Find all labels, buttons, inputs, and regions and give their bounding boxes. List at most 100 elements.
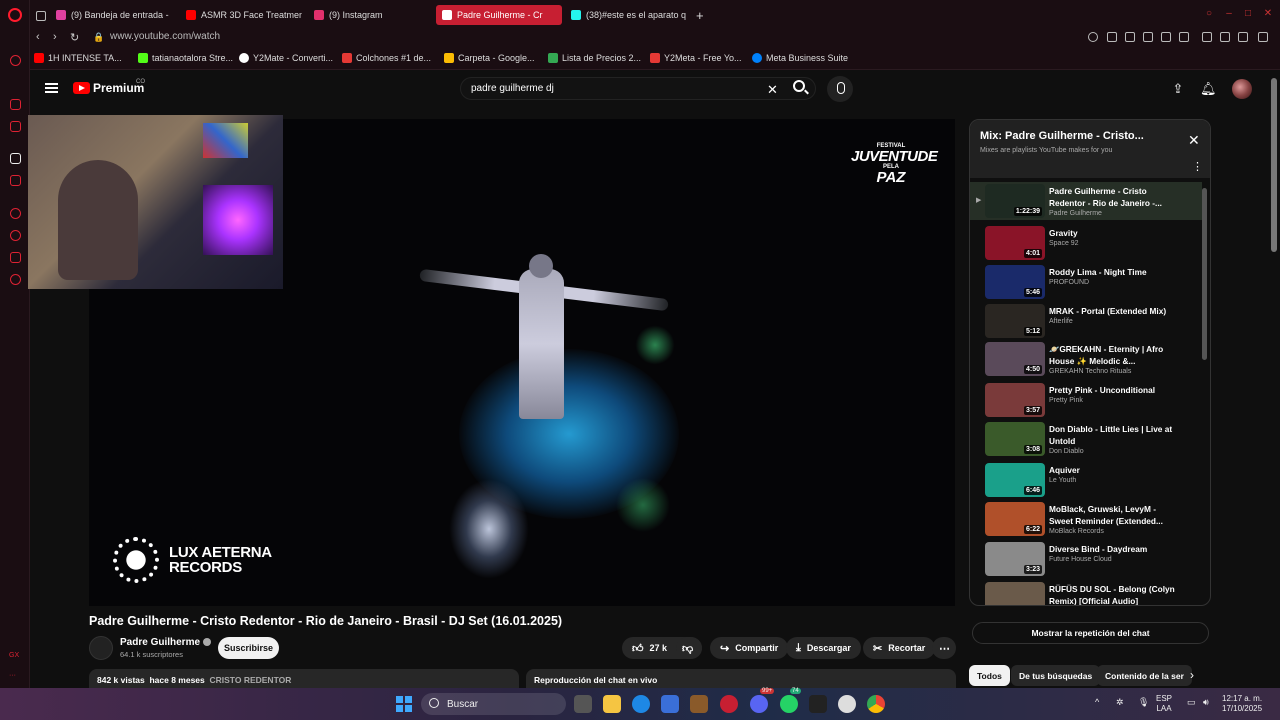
windows-start-icon[interactable] (396, 696, 412, 712)
mix-video-title[interactable]: Roddy Lima - Night Time (1049, 266, 1179, 278)
maximize-button[interactable]: □ (1243, 9, 1253, 19)
easy-setup-icon[interactable] (1220, 32, 1230, 42)
tab-youtube-active[interactable]: Padre Guilherme - Cr (436, 5, 562, 25)
bookmark-y2meta[interactable]: Y2Meta - Free Yo... (650, 53, 742, 63)
settings-gear-icon[interactable] (838, 695, 856, 713)
mix-video-title[interactable]: Diverse Bind - Daydream (1049, 543, 1179, 555)
mix-scrollbar[interactable] (1202, 188, 1207, 360)
kick-icon[interactable] (10, 153, 21, 164)
history-icon[interactable] (10, 230, 21, 241)
adblock-icon[interactable] (1143, 32, 1153, 42)
mix-thumbnail[interactable]: 4:50 (985, 342, 1045, 376)
mix-thumbnail[interactable]: 1:22:39 (985, 184, 1045, 218)
store-icon[interactable] (661, 695, 679, 713)
heart-icon[interactable] (1179, 32, 1189, 42)
mix-video-title[interactable]: 🪐GREKAHN - Eternity | Afro House ✨ Melod… (1049, 343, 1179, 367)
edge-icon[interactable] (632, 695, 650, 713)
mix-video-title[interactable]: Aquiver (1049, 464, 1179, 476)
chevron-right-icon[interactable]: › (1190, 668, 1194, 682)
channel-name[interactable]: Padre Guilherme (120, 637, 212, 648)
channel-avatar[interactable] (89, 636, 113, 660)
mix-item[interactable]: 4:50 🪐GREKAHN - Eternity | Afro House ✨ M… (970, 340, 1202, 378)
bookmark-colchones[interactable]: Colchones #1 de... (342, 53, 431, 63)
snapshot-icon[interactable] (1125, 32, 1135, 42)
mix-item[interactable]: 3:23 Diverse Bind - Daydream Future House … (970, 540, 1202, 578)
volume-icon[interactable]: 🔊︎ (1203, 697, 1209, 708)
mix-video-title[interactable]: MRAK - Portal (Extended Mix) (1049, 305, 1179, 317)
close-window-button[interactable]: ✕ (1263, 9, 1273, 19)
mix-thumbnail[interactable]: 5:46 (985, 265, 1045, 299)
page-scrollbar[interactable] (1271, 78, 1277, 252)
download-button[interactable]: ⤓ Descargar (786, 637, 861, 659)
tray-app-icon[interactable]: ✲ (1116, 697, 1124, 708)
mix-thumbnail[interactable]: 3:57 (985, 383, 1045, 417)
mix-video-title[interactable]: Don Diablo - Little Lies | Live at Untol… (1049, 423, 1179, 447)
microphone-icon[interactable]: 🎙︎ (1138, 697, 1149, 708)
player-ext-icon[interactable] (1161, 32, 1171, 42)
chip-all[interactable]: Todos (969, 665, 1010, 686)
taskbar-search[interactable]: Buscar (421, 693, 566, 715)
description-box[interactable]: 842 k vistas hace 8 meses CRISTO REDENTO… (89, 669, 519, 688)
player-icon[interactable] (10, 208, 21, 219)
mix-item[interactable]: 4:01 Gravity Space 92 (970, 224, 1202, 262)
download-icon[interactable] (1238, 32, 1248, 42)
tab-gmail[interactable]: (9) Bandeja de entrada - (50, 5, 175, 25)
chip-channel-content[interactable]: Contenido de la ser (1097, 665, 1192, 686)
mix-thumbnail[interactable]: 4:01 (985, 226, 1045, 260)
mix-item[interactable]: ▶ 1:22:39 Padre Guilherme - Cristo Redento… (970, 182, 1202, 220)
forward-icon[interactable]: › (53, 31, 57, 43)
mix-item[interactable]: 5:46 Roddy Lima - Night Time PROFOUND (970, 263, 1202, 301)
mix-thumbnail[interactable]: 6:22 (985, 502, 1045, 536)
mix-video-title[interactable]: Gravity (1049, 227, 1179, 239)
chrome-icon[interactable] (867, 695, 885, 713)
more-icon[interactable]: ··· (9, 672, 16, 679)
subscribe-button[interactable]: Suscribirse (218, 637, 279, 659)
clock[interactable]: 12:17 a. m. 17/10/2025 (1222, 694, 1262, 714)
chat-replay-box[interactable]: Reproducción del chat en vivo (526, 669, 956, 688)
settings-icon[interactable] (10, 274, 21, 285)
mail-icon[interactable] (10, 121, 21, 132)
mix-video-title[interactable]: RÜFÜS DU SOL - Belong (Colyn Remix) [Off… (1049, 583, 1179, 605)
whatsapp-icon[interactable] (780, 695, 798, 713)
dislike-button[interactable]: 👎︎ (676, 637, 702, 659)
bookmark-sheets[interactable]: Lista de Precios 2... (548, 53, 641, 63)
bookmark-kick[interactable]: tatianaotalora Stre... (138, 53, 233, 63)
mix-thumbnail[interactable]: 5:12 (985, 304, 1045, 338)
tab-instagram[interactable]: (9) Instagram (308, 5, 408, 25)
mix-thumbnail[interactable]: 6:46 (985, 463, 1045, 497)
extensions-side-icon[interactable] (10, 252, 21, 263)
task-view-icon[interactable] (574, 695, 592, 713)
more-vertical-icon[interactable]: ⋮ (1192, 160, 1203, 173)
network-icon[interactable]: ▭ (1187, 697, 1196, 708)
mix-item[interactable]: 6:46 Aquiver Le Youth (970, 461, 1202, 499)
mix-item[interactable]: 5:12 MRAK - Portal (Extended Mix) Afterlif… (970, 302, 1202, 340)
new-tab-button[interactable]: + (690, 5, 710, 25)
mix-title[interactable]: Mix: Padre Guilherme - Cristo... (980, 130, 1144, 142)
epic-games-icon[interactable] (809, 695, 827, 713)
mix-thumbnail[interactable]: 3:08 (985, 422, 1045, 456)
file-explorer-icon[interactable] (603, 695, 621, 713)
aria-icon[interactable] (10, 55, 21, 66)
avatar[interactable] (1232, 79, 1252, 99)
minimize-button[interactable]: – (1224, 9, 1234, 19)
bookmark-1h-intense[interactable]: 1H INTENSE TA... (34, 53, 122, 63)
mix-thumbnail[interactable]: 3:23 (985, 542, 1045, 576)
clear-search-icon[interactable]: ✕ (767, 82, 778, 98)
mix-item[interactable]: 6:22 MoBlack, Gruwski, LevyM - Sweet Remi… (970, 500, 1202, 538)
chip-from-searches[interactable]: De tus búsquedas (1011, 665, 1101, 686)
opera-logo-icon[interactable] (8, 8, 22, 22)
tray-chevron-icon[interactable]: ^ (1095, 697, 1099, 707)
mix-video-title[interactable]: MoBlack, Gruwski, LevyM - Sweet Reminder… (1049, 503, 1179, 527)
messenger-icon[interactable] (10, 99, 21, 110)
tab-list-icon[interactable] (30, 6, 48, 26)
bookmark-y2mate[interactable]: Y2Mate - Converti... (239, 53, 333, 63)
reload-icon[interactable]: ↻ (70, 31, 79, 44)
pin-icon[interactable] (1107, 32, 1117, 42)
search-page-icon[interactable] (1088, 32, 1098, 42)
mix-item[interactable]: RÜFÜS DU SOL - Belong (Colyn Remix) [Off… (970, 580, 1202, 605)
more-actions-button[interactable]: ⋯ (932, 637, 956, 659)
opera-gx-icon[interactable] (720, 695, 738, 713)
url-field[interactable]: www.youtube.com/watch (110, 31, 220, 42)
notifications-icon[interactable]: 🔔︎ (1200, 81, 1217, 96)
bookmark-meta[interactable]: Meta Business Suite (752, 53, 848, 63)
